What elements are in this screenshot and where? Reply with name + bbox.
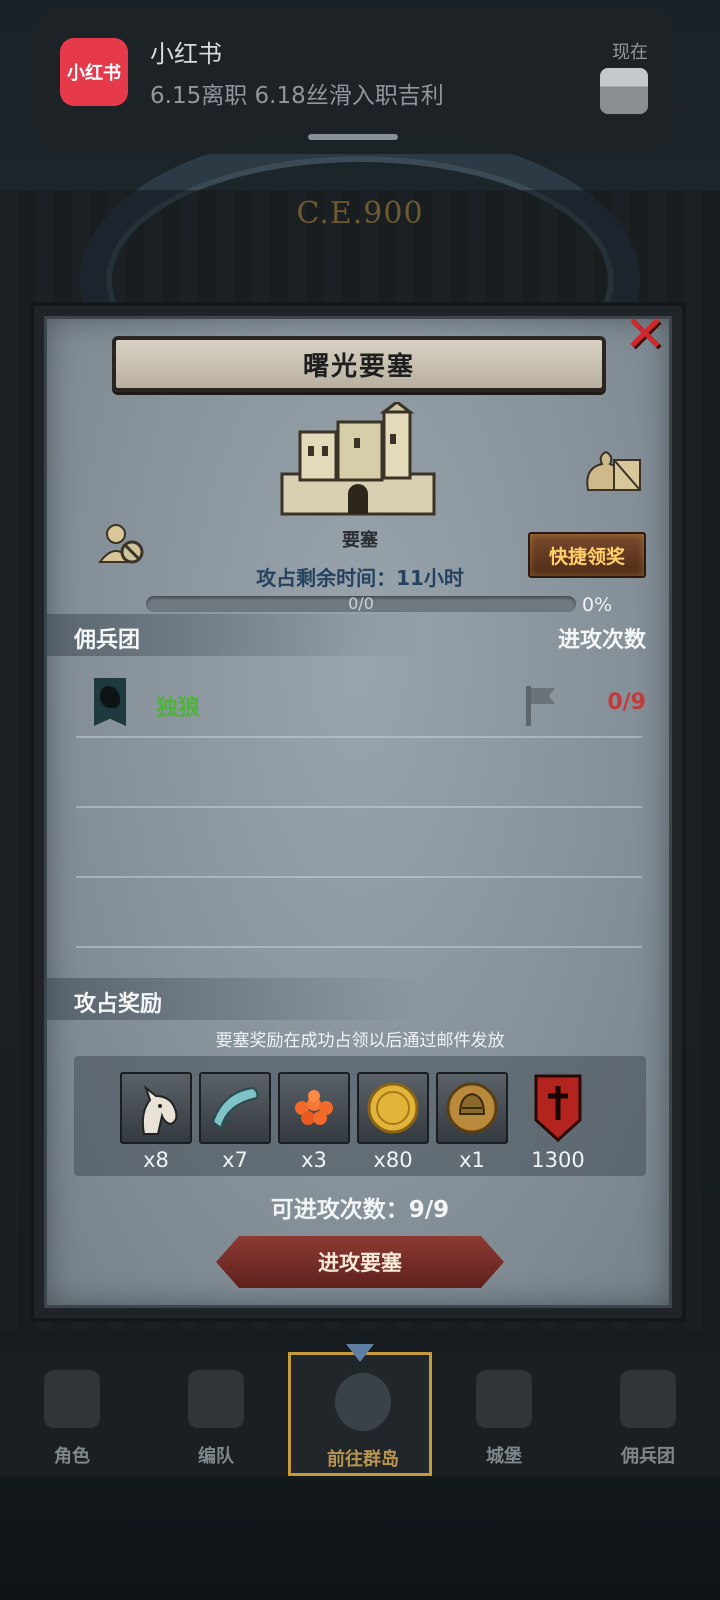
nav-label: 佣兵团: [621, 1446, 675, 1467]
gold-coin-icon: [367, 1082, 419, 1134]
formation-icon: [188, 1370, 244, 1428]
mercenary-section-title: 佣兵团: [74, 628, 141, 653]
capture-progress-text: 0/0: [348, 594, 374, 613]
cloth-icon: [211, 1086, 259, 1130]
reward-item[interactable]: [120, 1072, 192, 1144]
bottom-nav: 角色 编队 前往群岛 城堡 佣兵团: [0, 1352, 720, 1476]
castle-icon: [476, 1370, 532, 1428]
flag-icon: [526, 686, 555, 726]
loot-bag-icon[interactable]: [584, 448, 644, 494]
fortress-icon: [280, 402, 436, 516]
reward-section-title: 攻占奖励: [74, 992, 163, 1017]
notification-thumbnail: [600, 68, 648, 114]
reward-quantity: x8: [143, 1148, 169, 1172]
reward-item[interactable]: [526, 1072, 590, 1144]
row-divider: [76, 736, 642, 738]
horse-icon: [141, 1085, 178, 1135]
row-divider: [76, 806, 642, 808]
gems-icon: [295, 1090, 333, 1125]
nav-label: 编队: [198, 1446, 234, 1467]
remaining-attacks: 可进攻次数：9/9: [270, 1197, 450, 1223]
reward-quantity: x3: [301, 1148, 327, 1172]
nav-label: 城堡: [486, 1446, 522, 1467]
close-button[interactable]: ✕: [604, 302, 684, 366]
notification-handle[interactable]: [308, 134, 398, 140]
reward-quantity: 1300: [531, 1148, 585, 1172]
nav-label: 前往群岛: [327, 1449, 399, 1470]
dialog-title: 曙光要塞: [302, 351, 415, 382]
reward-note: 要塞奖励在成功占领以后通过邮件发放: [215, 1031, 505, 1051]
nav-item-formation[interactable]: 编队: [144, 1352, 288, 1476]
notification-time: 现在: [612, 42, 648, 63]
row-divider: [76, 876, 642, 878]
user-blocked-icon[interactable]: [98, 522, 144, 566]
dialog-title-plate: 曙光要塞: [112, 336, 606, 392]
mercenary-icon: [620, 1370, 676, 1428]
nav-item-role[interactable]: 角色: [0, 1352, 144, 1476]
remaining-time: 攻占剩余时间：11小时: [256, 566, 464, 590]
globe-icon: [335, 1373, 391, 1431]
notification-message: 6.15离职 6.18丝滑入职吉利: [150, 83, 444, 109]
notification-app-name: 小红书: [150, 40, 222, 68]
row-divider: [76, 946, 642, 948]
banner-icon: [534, 1074, 582, 1143]
nav-item-mercenary[interactable]: 佣兵团: [576, 1352, 720, 1476]
reward-item[interactable]: [199, 1072, 271, 1144]
reward-quantity: x80: [373, 1148, 413, 1172]
knight-icon: [44, 1370, 100, 1428]
nav-label: 角色: [54, 1446, 90, 1467]
active-indicator-arrow: [346, 1344, 374, 1362]
mercenary-name: 独狼: [156, 696, 201, 721]
close-icon: ✕: [624, 305, 666, 363]
reward-quantity: x1: [459, 1148, 485, 1172]
reward-quantity: x7: [222, 1148, 248, 1172]
reward-item[interactable]: [278, 1072, 350, 1144]
reward-item[interactable]: [436, 1072, 508, 1144]
xiaohongshu-app-icon: 小红书: [60, 38, 128, 106]
reward-item[interactable]: [357, 1072, 429, 1144]
mercenary-attack-count: 0/9: [607, 690, 646, 715]
attack-fortress-button[interactable]: 进攻要塞: [216, 1236, 504, 1288]
target-type-label: 要塞: [342, 530, 378, 551]
nav-item-islands[interactable]: 前往群岛: [288, 1352, 432, 1476]
notification-banner[interactable]: 小红书 小红书 6.15离职 6.18丝滑入职吉利 现在: [32, 6, 674, 154]
nav-item-castle[interactable]: 城堡: [432, 1352, 576, 1476]
capture-progress-percent: 0%: [582, 594, 613, 616]
attack-count-header: 进攻次数: [557, 628, 646, 653]
helmet-medal-icon: [446, 1082, 498, 1134]
